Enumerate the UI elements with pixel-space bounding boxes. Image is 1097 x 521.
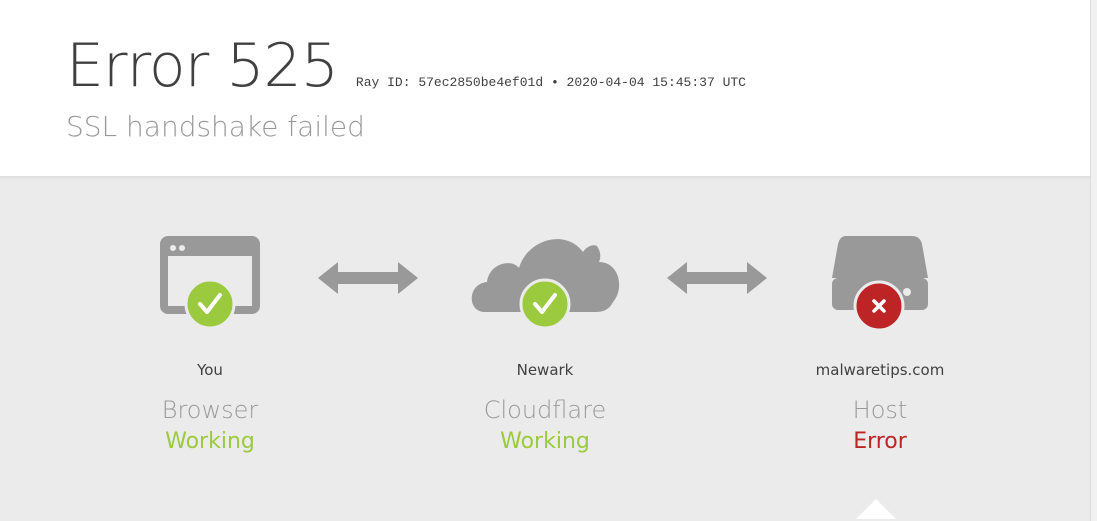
node-name: Cloudflare <box>483 396 607 424</box>
node-host: malwaretips.com Host Error <box>750 176 1010 521</box>
node-cloudflare: Newark Cloudflare Working <box>415 176 675 521</box>
page-title: Error 525 <box>66 31 339 101</box>
node-status: Error <box>853 429 907 454</box>
title-row: Error 525 Ray ID: 57ec2850be4ef01d • 202… <box>66 36 746 96</box>
check-icon <box>519 278 571 330</box>
browser-icon <box>160 236 260 330</box>
node-location: malwaretips.com <box>815 361 945 379</box>
node-browser: You Browser Working <box>80 176 340 521</box>
active-node-pointer <box>856 499 896 519</box>
scrollbar[interactable] <box>1090 0 1097 521</box>
error-page: Error 525 Ray ID: 57ec2850be4ef01d • 202… <box>0 0 1097 521</box>
error-subtitle: SSL handshake failed <box>66 110 365 143</box>
node-name: Browser <box>161 396 259 424</box>
cross-icon <box>853 280 905 332</box>
connection-diagram: You Browser Working Newark Cloudflare Wo… <box>0 176 1090 521</box>
node-location: Newark <box>516 361 574 379</box>
server-icon <box>832 236 928 332</box>
double-arrow-icon <box>318 262 418 294</box>
cloud-icon <box>471 239 620 330</box>
ray-id: Ray ID: 57ec2850be4ef01d • 2020-04-04 15… <box>355 75 746 90</box>
node-status: Working <box>500 429 590 454</box>
error-header: Error 525 Ray ID: 57ec2850be4ef01d • 202… <box>0 0 1090 176</box>
node-name: Host <box>852 396 908 424</box>
node-location: You <box>197 361 223 379</box>
check-icon <box>184 278 236 330</box>
node-status: Working <box>165 429 255 454</box>
